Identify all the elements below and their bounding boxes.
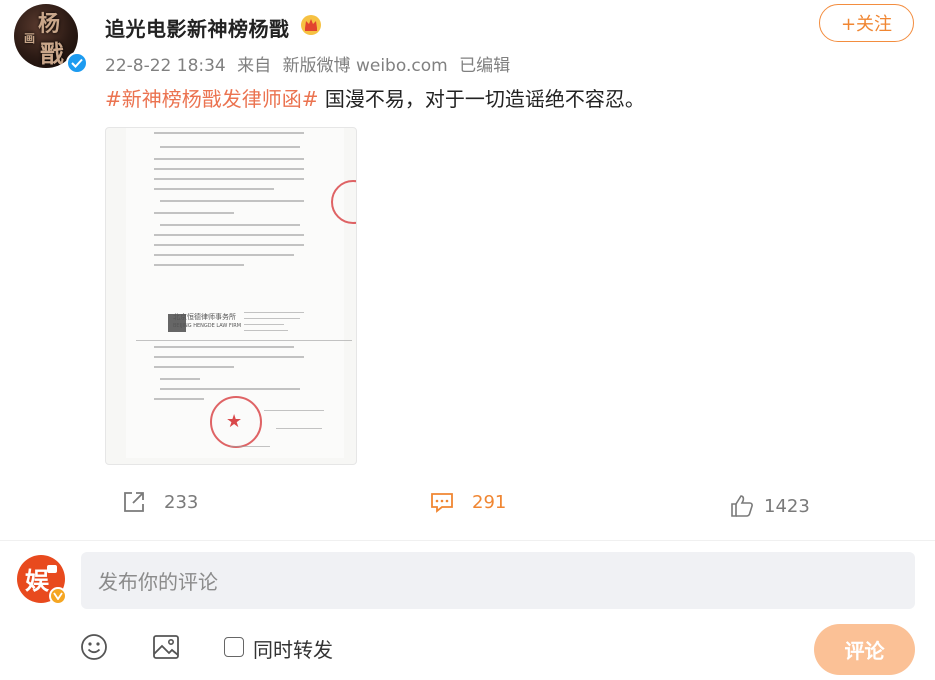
attached-document-image[interactable]: 北京恒德律师事务所 BEIJING HENGDE LAW FIRM ★ — [105, 127, 357, 465]
comment-button[interactable]: 291 — [430, 490, 506, 514]
follow-button[interactable]: +关注 — [819, 4, 914, 42]
post-date[interactable]: 22-8-22 18:34 — [105, 56, 226, 76]
like-icon — [731, 495, 753, 517]
comment-placeholder: 发布你的评论 — [98, 570, 218, 594]
like-button[interactable]: 1423 — [730, 494, 810, 518]
author-name[interactable]: 追光电影新神榜杨戬 — [105, 13, 290, 42]
post-source-prefix: 来自 — [237, 56, 272, 76]
verified-icon — [66, 52, 88, 74]
emoji-icon — [81, 634, 107, 660]
repost-button[interactable]: 233 — [122, 490, 198, 514]
repost-icon — [124, 492, 144, 512]
repost-checkbox[interactable] — [224, 637, 244, 657]
hashtag-link[interactable]: #新神榜杨戬发律师函# — [105, 87, 319, 111]
crown-icon — [300, 14, 322, 36]
stamp-star-icon: ★ — [226, 411, 243, 432]
vip-badge-icon — [49, 587, 67, 605]
emoji-button[interactable] — [80, 633, 108, 665]
svg-text:娱: 娱 — [25, 567, 50, 595]
like-count: 1423 — [764, 495, 810, 517]
post-body: 国漫不易，对于一切造谣绝不容忍。 — [318, 87, 645, 111]
image-button[interactable] — [152, 633, 180, 665]
image-icon — [153, 635, 179, 659]
divider — [0, 540, 935, 541]
post-edited[interactable]: 已编辑 — [459, 56, 510, 76]
submit-comment-button[interactable]: 评论 — [814, 624, 915, 675]
comment-icon — [431, 493, 453, 513]
repost-count: 233 — [164, 491, 199, 513]
comment-count: 291 — [472, 491, 507, 513]
firm-name: 北京恒德律师事务所 — [173, 313, 236, 321]
post-meta: 22-8-22 18:34 来自 新版微博 weibo.com 已编辑 — [105, 51, 516, 76]
post-text: #新神榜杨戬发律师函# 国漫不易，对于一切造谣绝不容忍。 — [105, 83, 645, 112]
document-page: 北京恒德律师事务所 BEIJING HENGDE LAW FIRM ★ — [126, 128, 356, 458]
firm-name-en: BEIJING HENGDE LAW FIRM — [173, 323, 242, 329]
post-source: 新版微博 weibo.com — [282, 56, 448, 76]
repost-label[interactable]: 同时转发 — [253, 634, 333, 663]
comment-input[interactable]: 发布你的评论 — [81, 552, 915, 609]
